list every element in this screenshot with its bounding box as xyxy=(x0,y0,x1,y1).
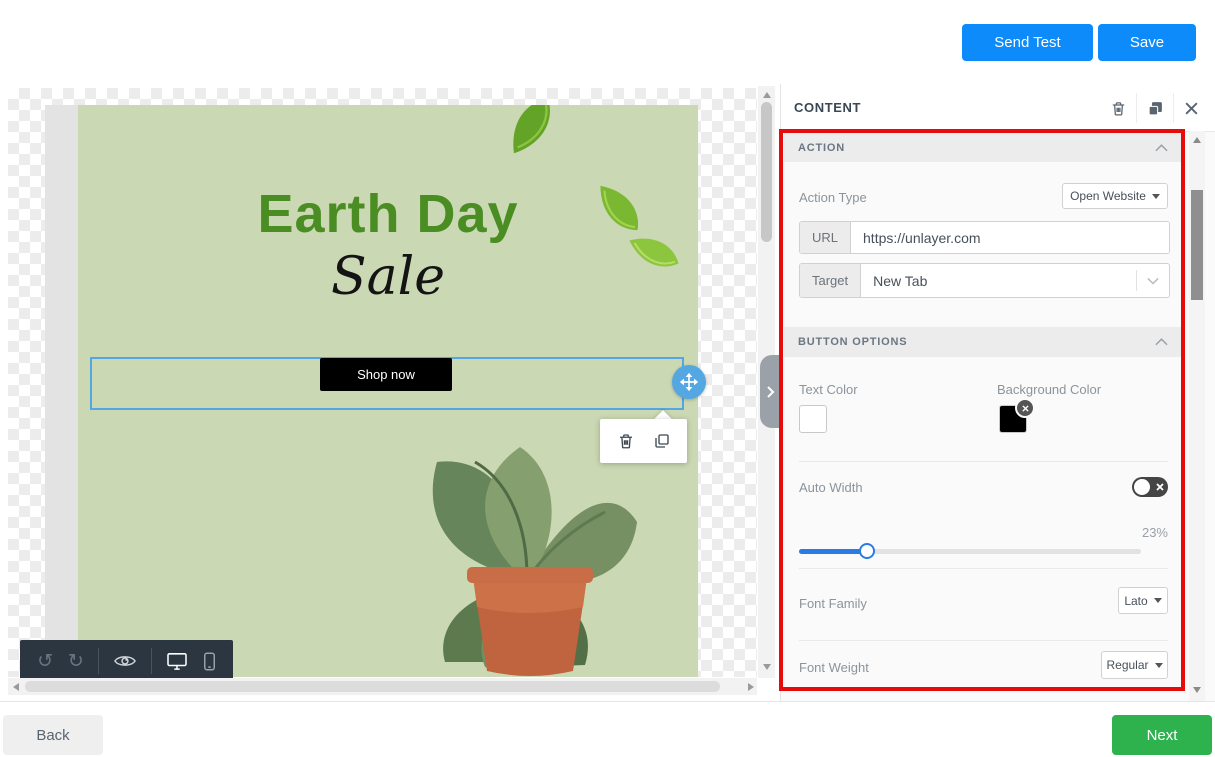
chevron-down-icon xyxy=(1155,663,1163,668)
action-type-value: Open Website xyxy=(1070,189,1146,203)
chevron-down-icon xyxy=(1147,277,1159,285)
trash-icon xyxy=(617,432,635,450)
auto-width-label: Auto Width xyxy=(799,480,863,495)
font-weight-label: Font Weight xyxy=(799,660,869,675)
scrollbar-thumb[interactable] xyxy=(25,681,720,692)
font-weight-value: Regular xyxy=(1106,658,1148,672)
back-button[interactable]: Back xyxy=(3,715,103,755)
undo-icon[interactable]: ↺ xyxy=(37,650,53,672)
target-select-value: New Tab xyxy=(861,264,1136,297)
section-title: BUTTON OPTIONS xyxy=(798,336,907,348)
scroll-down-icon[interactable] xyxy=(763,664,771,670)
plant-image xyxy=(415,427,645,677)
duplicate-element-button[interactable] xyxy=(653,432,671,450)
target-select-group[interactable]: Target New Tab xyxy=(799,263,1170,298)
toolbar-divider xyxy=(151,648,152,674)
redo-icon[interactable]: ↻ xyxy=(68,650,84,672)
bottom-bar: Back Next xyxy=(0,701,1215,757)
close-icon xyxy=(1184,101,1199,116)
scroll-right-icon[interactable] xyxy=(748,683,754,691)
slider-fill xyxy=(799,549,866,554)
font-family-label: Font Family xyxy=(799,596,867,611)
top-bar: Send Test Save xyxy=(0,0,1215,85)
preview-eye-icon[interactable] xyxy=(114,653,136,669)
row-divider xyxy=(799,640,1168,641)
preview-toolbar: ↺ ↻ xyxy=(20,640,233,682)
chevron-up-icon xyxy=(1155,144,1168,152)
background-color-label: Background Color xyxy=(997,382,1101,397)
scroll-down-icon[interactable] xyxy=(1193,687,1201,693)
scrollbar-thumb[interactable] xyxy=(761,102,772,242)
toggle-knob xyxy=(1134,479,1150,495)
url-prefix-label: URL xyxy=(800,222,851,253)
save-button[interactable]: Save xyxy=(1098,24,1196,61)
width-slider[interactable] xyxy=(799,549,1141,554)
toggle-off-x-icon xyxy=(1156,483,1164,491)
url-field-group: URL xyxy=(799,221,1170,254)
delete-content-button[interactable] xyxy=(1107,97,1129,119)
element-toolbar-popup xyxy=(600,419,687,463)
chevron-down-icon xyxy=(1154,598,1162,603)
move-handle[interactable] xyxy=(672,365,706,399)
panel-title: CONTENT xyxy=(794,100,861,115)
canvas-horizontal-scrollbar[interactable] xyxy=(8,678,757,695)
width-percent-value: 23% xyxy=(1141,525,1168,540)
url-input[interactable] xyxy=(851,222,1169,253)
clear-color-badge[interactable] xyxy=(1015,398,1035,418)
chevron-down-icon xyxy=(1152,194,1160,199)
app-window: Send Test Save Earth Day Sale xyxy=(0,0,1215,756)
header-divider xyxy=(1173,93,1174,123)
duplicate-icon xyxy=(653,432,671,450)
auto-width-toggle[interactable] xyxy=(1132,477,1168,497)
section-header-action[interactable]: ACTION xyxy=(784,133,1182,162)
leaf-decoration-icon xyxy=(493,105,569,168)
email-canvas: Earth Day Sale Shop now xyxy=(0,84,780,701)
content-properties-panel: CONTENT ACTION xyxy=(780,84,1215,701)
trash-icon xyxy=(1110,100,1127,117)
mobile-view-icon[interactable] xyxy=(203,652,216,671)
action-type-label: Action Type xyxy=(799,190,867,205)
delete-element-button[interactable] xyxy=(617,432,635,450)
design-headline: Earth Day xyxy=(78,183,698,245)
font-weight-dropdown[interactable]: Regular xyxy=(1101,651,1168,679)
text-color-label: Text Color xyxy=(799,382,858,397)
send-test-button[interactable]: Send Test xyxy=(962,24,1093,61)
design-subheadline: Sale xyxy=(78,247,698,307)
scrollbar-thumb[interactable] xyxy=(1191,190,1203,300)
close-icon xyxy=(1022,405,1029,412)
header-divider xyxy=(1136,93,1137,123)
toolbar-divider xyxy=(98,648,99,674)
font-family-dropdown[interactable]: Lato xyxy=(1118,587,1168,614)
target-prefix-label: Target xyxy=(800,264,861,297)
move-icon xyxy=(679,372,699,392)
row-divider xyxy=(799,568,1168,569)
email-body-background xyxy=(45,105,78,677)
section-header-button-options[interactable]: BUTTON OPTIONS xyxy=(784,327,1182,357)
duplicate-icon xyxy=(1147,100,1164,117)
panel-header: CONTENT xyxy=(781,84,1215,132)
scroll-up-icon[interactable] xyxy=(763,92,771,98)
next-button[interactable]: Next xyxy=(1112,715,1212,755)
close-panel-button[interactable] xyxy=(1180,97,1202,119)
row-divider xyxy=(799,461,1168,462)
desktop-view-icon[interactable] xyxy=(166,652,188,670)
scroll-left-icon[interactable] xyxy=(13,683,19,691)
email-design-image[interactable]: Earth Day Sale Shop now xyxy=(78,105,698,677)
font-family-value: Lato xyxy=(1124,594,1147,608)
chevron-right-icon xyxy=(766,385,775,399)
action-type-dropdown[interactable]: Open Website xyxy=(1062,183,1168,209)
slider-knob[interactable] xyxy=(859,543,875,559)
duplicate-content-button[interactable] xyxy=(1144,97,1166,119)
chevron-up-icon xyxy=(1155,338,1168,346)
text-color-swatch[interactable] xyxy=(799,405,827,433)
panel-scrollbar[interactable] xyxy=(1189,131,1205,701)
panel-collapse-tab[interactable] xyxy=(760,355,780,428)
shop-now-button[interactable]: Shop now xyxy=(320,358,452,391)
section-title: ACTION xyxy=(798,142,845,154)
scroll-up-icon[interactable] xyxy=(1193,137,1201,143)
